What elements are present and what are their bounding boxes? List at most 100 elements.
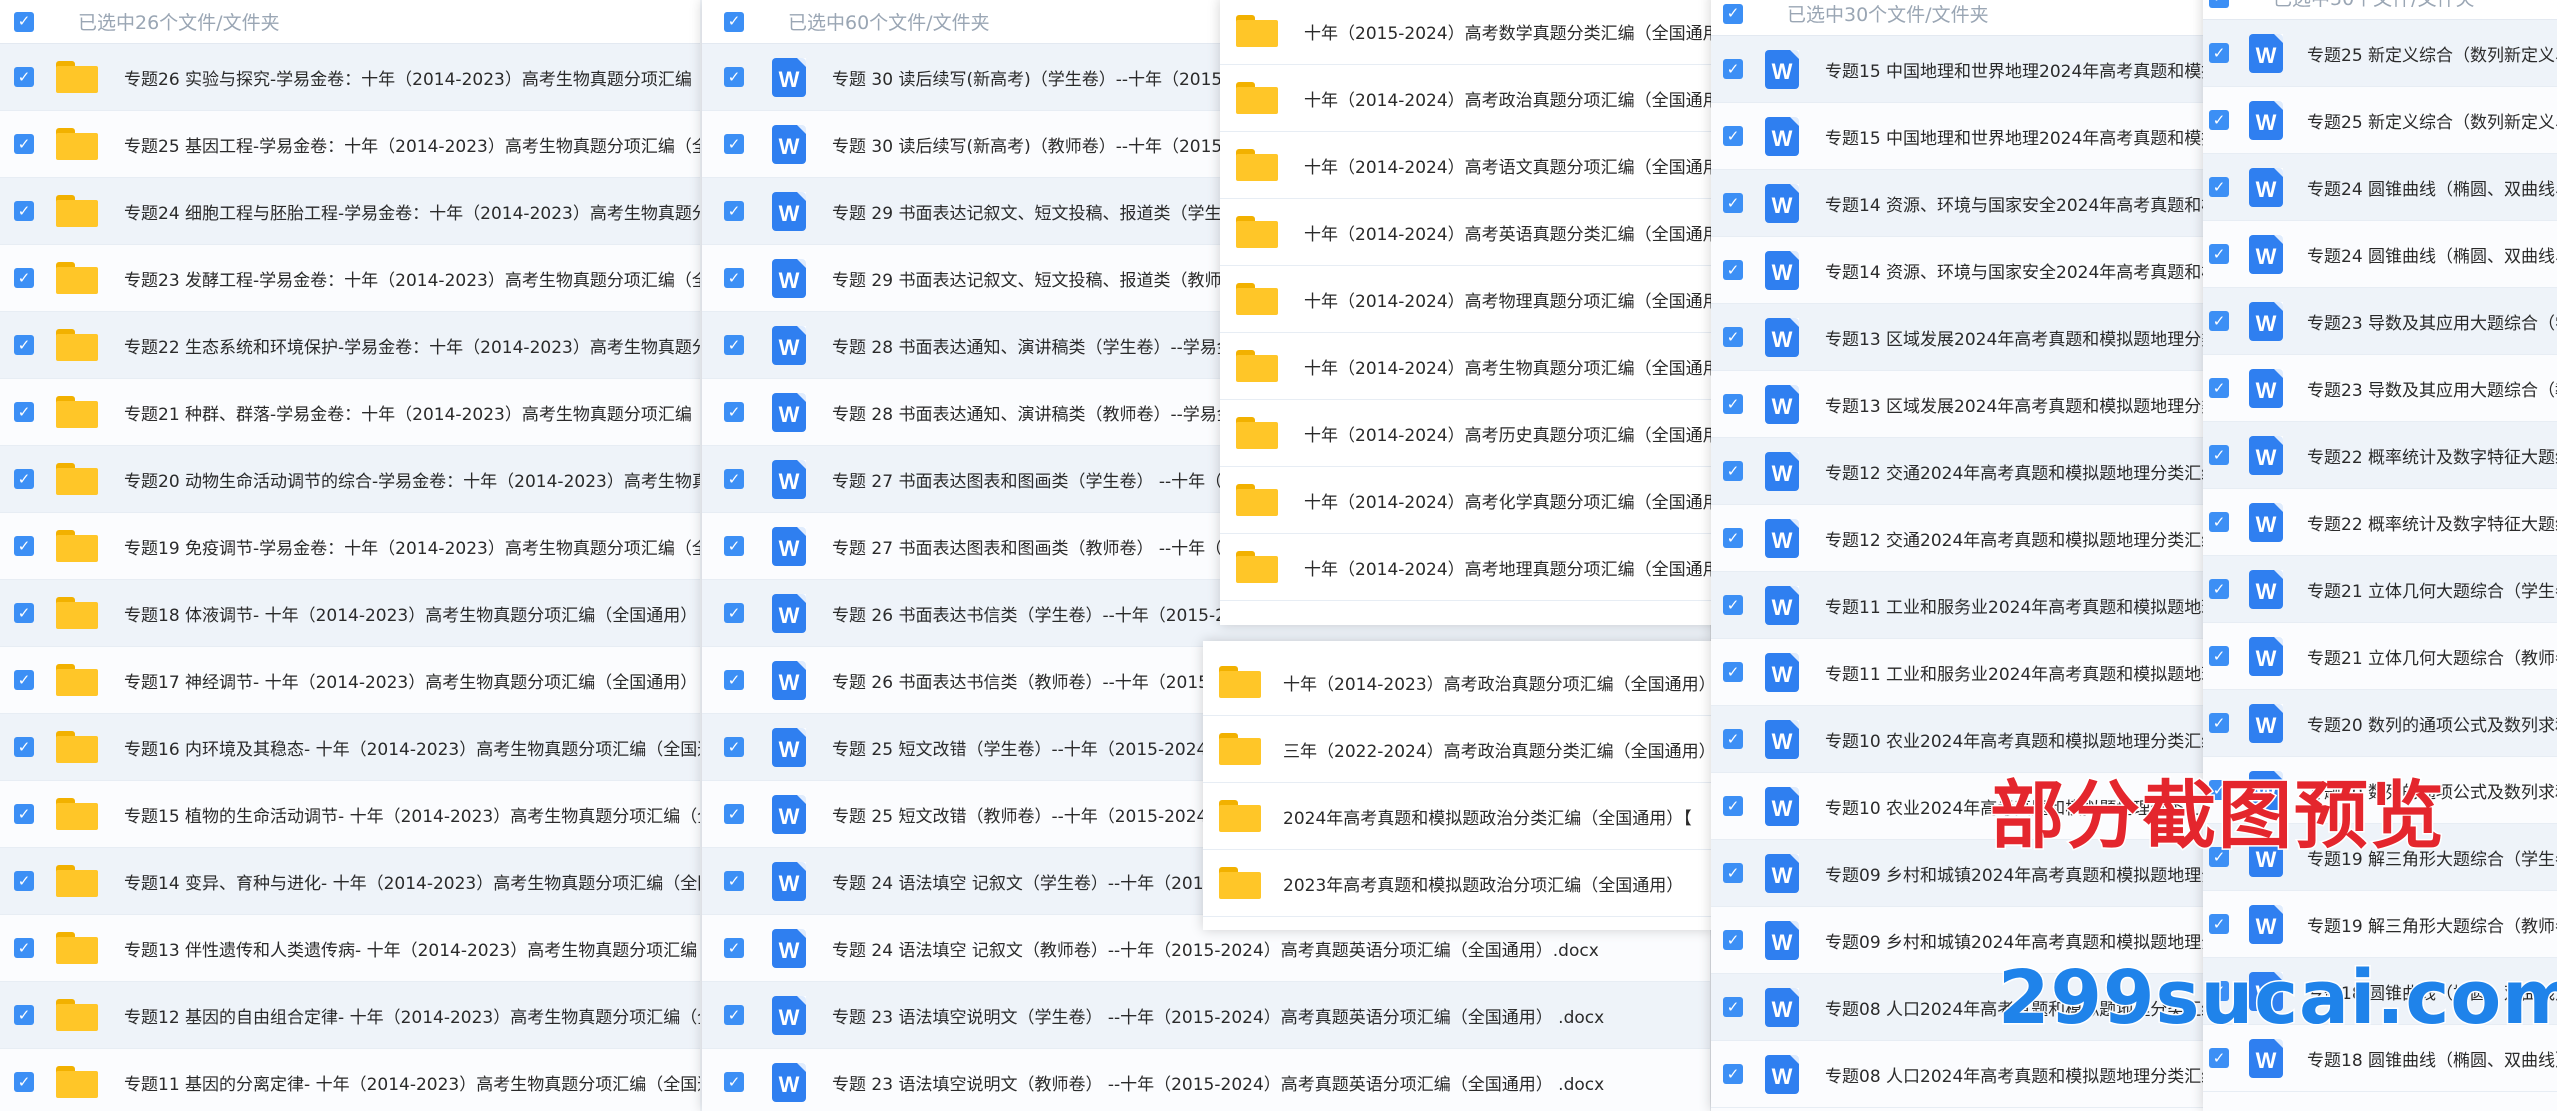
row-checkbox[interactable]: ✓ xyxy=(1723,59,1743,79)
row-checkbox[interactable]: ✓ xyxy=(1723,729,1743,749)
row-checkbox[interactable]: ✓ xyxy=(14,402,34,422)
row-checkbox[interactable]: ✓ xyxy=(724,871,744,891)
folder-row[interactable]: 十年（2014-2024）高考政治真题分项汇编（全国通用） xyxy=(1220,65,1720,132)
folder-row[interactable]: 十年（2014-2024）高考地理真题分项汇编（全国通用） xyxy=(1220,534,1720,601)
row-checkbox[interactable]: ✓ xyxy=(2209,177,2229,197)
row-checkbox[interactable]: ✓ xyxy=(1723,126,1743,146)
file-row[interactable]: ✓ W 专题22 概率统计及数字特征大题综合（教师卷） xyxy=(2203,489,2557,556)
file-row[interactable]: ✓ W 专题15 中国地理和世界地理2024年高考真题和模拟题地理分类汇编（学生卷） xyxy=(1711,36,2211,103)
row-checkbox[interactable]: ✓ xyxy=(724,134,744,154)
row-checkbox[interactable]: ✓ xyxy=(14,804,34,824)
row-checkbox[interactable]: ✓ xyxy=(1723,394,1743,414)
row-checkbox[interactable]: ✓ xyxy=(14,67,34,87)
file-row[interactable]: ✓ W 专题22 概率统计及数字特征大题综合（学生卷） xyxy=(2203,422,2557,489)
folder-row[interactable]: 十年（2015-2024）高考数学真题分类汇编（全国通用） xyxy=(1220,0,1720,65)
row-checkbox[interactable]: ✓ xyxy=(2209,445,2229,465)
row-checkbox[interactable]: ✓ xyxy=(724,804,744,824)
select-all-checkbox[interactable]: ✓ xyxy=(724,11,744,32)
row-checkbox[interactable]: ✓ xyxy=(14,134,34,154)
folder-row[interactable]: ✓ 专题13 伴性遗传和人类遗传病- 十年（2014-2023）高考生物真题分项汇… xyxy=(0,915,700,982)
folder-row[interactable]: ✓ 专题22 生态系统和环境保护-学易金卷：十年（2014-2023）高考生物真题… xyxy=(0,312,700,379)
file-row[interactable]: ✓ W 专题13 区域发展2024年高考真题和模拟题地理分类汇编（教师卷） xyxy=(1711,371,2211,438)
row-checkbox[interactable]: ✓ xyxy=(724,670,744,690)
row-checkbox[interactable]: ✓ xyxy=(2209,110,2229,130)
folder-row[interactable]: 2023年高考真题和模拟题政治分项汇编（全国通用） xyxy=(1203,850,1713,917)
folder-row[interactable]: 十年（2014-2024）高考历史真题分项汇编（全国通用） xyxy=(1220,400,1720,467)
file-row[interactable]: ✓ W 专题15 中国地理和世界地理2024年高考真题和模拟题地理分类汇编（教师卷） xyxy=(1711,103,2211,170)
folder-row[interactable]: 十年（2014-2023）高考政治真题分项汇编（全国通用） xyxy=(1203,649,1713,716)
row-checkbox[interactable]: ✓ xyxy=(1723,662,1743,682)
file-row[interactable]: ✓ W 专题24 圆锥曲线（椭圆、双曲线、抛物线）（学生卷） xyxy=(2203,154,2557,221)
row-checkbox[interactable]: ✓ xyxy=(2209,914,2229,934)
file-row[interactable]: ✓ W 专题11 工业和服务业2024年高考真题和模拟题地理分类汇编（教师卷） xyxy=(1711,639,2211,706)
row-checkbox[interactable]: ✓ xyxy=(14,201,34,221)
row-checkbox[interactable]: ✓ xyxy=(2209,378,2229,398)
row-checkbox[interactable]: ✓ xyxy=(1723,260,1743,280)
file-row[interactable]: ✓ W 专题21 立体几何大题综合（学生卷） xyxy=(2203,556,2557,623)
folder-row[interactable]: 十年（2014-2024）高考英语真题分类汇编（全国通用） xyxy=(1220,199,1720,266)
file-row[interactable]: ✓ W 专题08 人口2024年高考真题和模拟题地理分类汇编（教师卷） xyxy=(1711,1041,2211,1108)
row-checkbox[interactable]: ✓ xyxy=(1723,1064,1743,1084)
row-checkbox[interactable]: ✓ xyxy=(1723,461,1743,481)
folder-row[interactable]: ✓ 专题26 实验与探究-学易金卷：十年（2014-2023）高考生物真题分项汇编… xyxy=(0,44,700,111)
row-checkbox[interactable]: ✓ xyxy=(2209,1048,2229,1068)
folder-row[interactable]: ✓ 专题17 神经调节- 十年（2014-2023）高考生物真题分项汇编（全国通用… xyxy=(0,647,700,714)
select-all-checkbox[interactable]: ✓ xyxy=(2209,0,2229,8)
folder-row[interactable]: 2024年高考真题和模拟题政治分类汇编（全国通用）【 xyxy=(1203,783,1713,850)
row-checkbox[interactable]: ✓ xyxy=(1723,863,1743,883)
select-all-checkbox[interactable]: ✓ xyxy=(1723,3,1743,24)
row-checkbox[interactable]: ✓ xyxy=(2209,311,2229,331)
row-checkbox[interactable]: ✓ xyxy=(14,1005,34,1025)
file-row[interactable]: ✓ W 专题24 圆锥曲线（椭圆、双曲线、抛物线）（教师卷） xyxy=(2203,221,2557,288)
file-row[interactable]: ✓ W 专题14 资源、环境与国家安全2024年高考真题和模拟题地理分类汇编（学生卷… xyxy=(1711,170,2211,237)
file-row[interactable]: ✓ W 专题25 新定义综合（数列新定义、函数新定义）（教师卷） xyxy=(2203,87,2557,154)
file-row[interactable]: ✓ W 专题25 新定义综合（数列新定义、函数新定义）（学生卷） xyxy=(2203,20,2557,87)
file-row[interactable]: ✓ W 专题19 解三角形大题综合（教师卷） xyxy=(2203,891,2557,958)
row-checkbox[interactable]: ✓ xyxy=(2209,512,2229,532)
file-row[interactable]: ✓ W 专题20 数列的通项公式及数列求和（学生卷） xyxy=(2203,690,2557,757)
file-row[interactable]: ✓ W 专题23 导数及其应用大题综合（教师卷） xyxy=(2203,355,2557,422)
row-checkbox[interactable]: ✓ xyxy=(724,469,744,489)
row-checkbox[interactable]: ✓ xyxy=(724,603,744,623)
folder-row[interactable]: ✓ 专题14 变异、育种与进化- 十年（2014-2023）高考生物真题分项汇编（… xyxy=(0,848,700,915)
row-checkbox[interactable]: ✓ xyxy=(1723,796,1743,816)
row-checkbox[interactable]: ✓ xyxy=(14,603,34,623)
select-all-checkbox[interactable]: ✓ xyxy=(14,11,34,32)
folder-row[interactable]: ✓ 专题24 细胞工程与胚胎工程-学易金卷：十年（2014-2023）高考生物真题… xyxy=(0,178,700,245)
row-checkbox[interactable]: ✓ xyxy=(724,201,744,221)
file-row[interactable]: ✓ W 专题23 导数及其应用大题综合（学生卷） xyxy=(2203,288,2557,355)
folder-row[interactable]: ✓ 专题12 基因的自由组合定律- 十年（2014-2023）高考生物真题分项汇编… xyxy=(0,982,700,1049)
folder-row[interactable]: ✓ 专题16 内环境及其稳态- 十年（2014-2023）高考生物真题分项汇编（全… xyxy=(0,714,700,781)
folder-row[interactable]: 三年（2022-2024）高考政治真题分类汇编（全国通用） xyxy=(1203,716,1713,783)
folder-row[interactable]: ✓ 专题19 免疫调节-学易金卷：十年（2014-2023）高考生物真题分项汇编（… xyxy=(0,513,700,580)
row-checkbox[interactable]: ✓ xyxy=(724,536,744,556)
file-row[interactable]: ✓ W 专题 23 语法填空说明文（学生卷） --十年（2015-2024）高考真题… xyxy=(702,982,1710,1049)
row-checkbox[interactable]: ✓ xyxy=(724,737,744,757)
row-checkbox[interactable]: ✓ xyxy=(1723,327,1743,347)
row-checkbox[interactable]: ✓ xyxy=(14,469,34,489)
folder-row[interactable]: ✓ 专题21 种群、群落-学易金卷：十年（2014-2023）高考生物真题分项汇编… xyxy=(0,379,700,446)
row-checkbox[interactable]: ✓ xyxy=(14,871,34,891)
file-row[interactable]: ✓ W 专题 23 语法填空说明文（教师卷） --十年（2015-2024）高考真题… xyxy=(702,1049,1710,1111)
row-checkbox[interactable]: ✓ xyxy=(1723,930,1743,950)
row-checkbox[interactable]: ✓ xyxy=(2209,646,2229,666)
row-checkbox[interactable]: ✓ xyxy=(1723,193,1743,213)
row-checkbox[interactable]: ✓ xyxy=(14,670,34,690)
row-checkbox[interactable]: ✓ xyxy=(1723,595,1743,615)
folder-row[interactable]: ✓ 专题11 基因的分离定律- 十年（2014-2023）高考生物真题分项汇编（全… xyxy=(0,1049,700,1111)
row-checkbox[interactable]: ✓ xyxy=(724,1072,744,1092)
file-row[interactable]: ✓ W 专题14 资源、环境与国家安全2024年高考真题和模拟题地理分类汇编（教师卷… xyxy=(1711,237,2211,304)
file-row[interactable]: ✓ W 专题12 交通2024年高考真题和模拟题地理分类汇编（学生卷） xyxy=(1711,438,2211,505)
row-checkbox[interactable]: ✓ xyxy=(724,268,744,288)
file-row[interactable]: ✓ W 专题11 工业和服务业2024年高考真题和模拟题地理分类汇编（学生卷） xyxy=(1711,572,2211,639)
row-checkbox[interactable]: ✓ xyxy=(724,402,744,422)
folder-row[interactable]: ✓ 专题20 动物生命活动调节的综合-学易金卷：十年（2014-2023）高考生物… xyxy=(0,446,700,513)
folder-row[interactable]: ✓ 专题18 体液调节- 十年（2014-2023）高考生物真题分项汇编（全国通用… xyxy=(0,580,700,647)
row-checkbox[interactable]: ✓ xyxy=(14,335,34,355)
row-checkbox[interactable]: ✓ xyxy=(724,335,744,355)
folder-row[interactable]: 十年（2014-2024）高考化学真题分项汇编（全国通用） xyxy=(1220,467,1720,534)
row-checkbox[interactable]: ✓ xyxy=(2209,244,2229,264)
row-checkbox[interactable]: ✓ xyxy=(14,536,34,556)
folder-row[interactable]: ✓ 专题23 发酵工程-学易金卷：十年（2014-2023）高考生物真题分项汇编（… xyxy=(0,245,700,312)
row-checkbox[interactable]: ✓ xyxy=(14,938,34,958)
